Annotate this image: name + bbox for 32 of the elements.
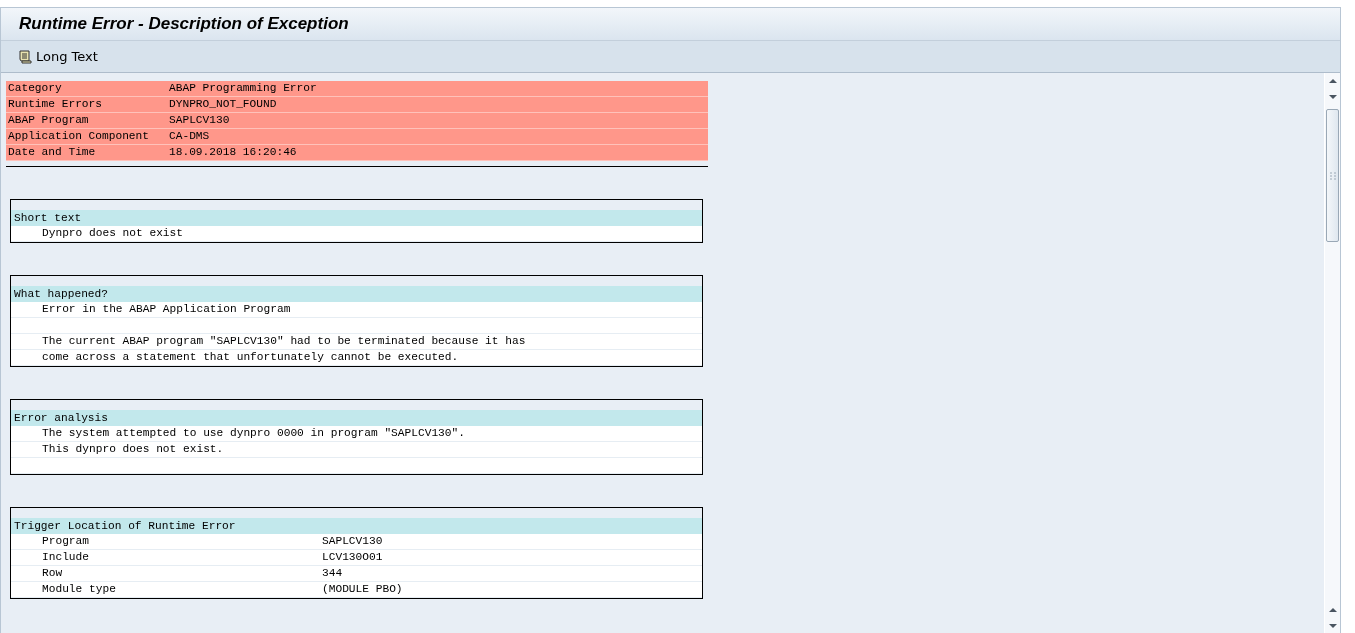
text-line: Dynpro does not exist xyxy=(42,226,183,241)
field-value: DYNPRO_NOT_FOUND xyxy=(169,97,277,112)
field-value: LCV130O01 xyxy=(322,550,383,565)
field-value: (MODULE PBO) xyxy=(322,582,403,597)
field-value: 18.09.2018 16:20:46 xyxy=(169,145,297,160)
scroll-icon xyxy=(17,48,33,65)
field-label: Application Component xyxy=(8,129,150,144)
section-heading: Error analysis xyxy=(11,410,702,426)
field-label: Program xyxy=(42,534,90,549)
text-line: The system attempted to use dynpro 0000 in program "SAPLCV130". xyxy=(42,426,465,441)
long-text-button[interactable]: Long Text xyxy=(15,46,100,67)
text-line: The current ABAP program "SAPLCV130" had to be terminated because it has xyxy=(42,334,526,349)
field-label: Row xyxy=(42,566,64,581)
field-label: Date and Time xyxy=(8,145,97,160)
field-value: SAPLCV130 xyxy=(322,534,383,549)
text-line: Error in the ABAP Application Program xyxy=(42,302,291,317)
section-heading: What happened? xyxy=(11,286,702,302)
section-heading: Short text xyxy=(11,210,702,226)
field-label: Runtime Errors xyxy=(8,97,103,112)
field-label: ABAP Program xyxy=(8,113,90,128)
field-value: ABAP Programming Error xyxy=(169,81,317,96)
text-line: This dynpro does not exist. xyxy=(42,442,224,457)
scrollbar-thumb[interactable] xyxy=(1326,109,1339,242)
text-line: come across a statement that unfortunately cannot be executed. xyxy=(42,350,459,365)
field-label: Include xyxy=(42,550,90,565)
section-heading: Trigger Location of Runtime Error xyxy=(11,518,702,534)
window-title: Runtime Error - Description of Exception xyxy=(19,14,349,34)
field-label: Category xyxy=(8,81,63,96)
field-value: 344 xyxy=(322,566,343,581)
field-value: SAPLCV130 xyxy=(169,113,230,128)
field-value: CA-DMS xyxy=(169,129,210,144)
field-label: Module type xyxy=(42,582,117,597)
